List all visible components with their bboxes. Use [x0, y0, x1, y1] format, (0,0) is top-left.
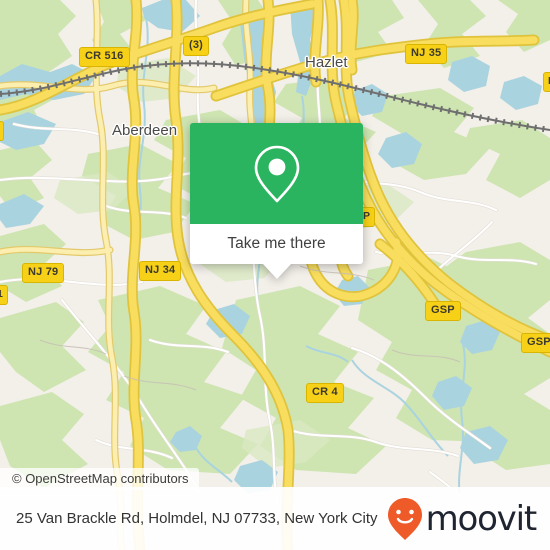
place-label-hazlet: Hazlet [305, 54, 348, 71]
popup-icon-panel [190, 123, 363, 224]
map-pin-icon [254, 145, 299, 202]
road-shield: NJ 34 [139, 261, 182, 281]
road-shield: GSP [521, 333, 550, 353]
road-shield: NJ 35 [405, 44, 448, 64]
road-shield: GSP [425, 301, 461, 321]
road-shield: 1 [0, 285, 9, 305]
moovit-logo[interactable]: moovit [387, 497, 538, 541]
moovit-wordmark: moovit [425, 498, 538, 539]
take-me-there-label: Take me there [227, 235, 326, 252]
road-shield: 6 [0, 121, 5, 141]
place-label-aberdeen: Aberdeen [112, 122, 178, 139]
take-me-there-button[interactable]: Take me there [190, 224, 363, 264]
moovit-pin-smile-icon [387, 497, 422, 540]
destination-popup-card[interactable]: Take me there [190, 123, 363, 279]
road-shield: (3) [183, 36, 210, 56]
footer-bar: 25 Van Brackle Rd, Holmdel, NJ 07733, Ne… [0, 487, 550, 550]
road-shield: CR 4 [306, 383, 344, 403]
popup-tail [262, 264, 291, 279]
road-shield: CR 516 [79, 47, 130, 67]
map-result-screen: .gr { fill:#cee5b2; } .gr2 { fill:#d9e9c… [0, 0, 550, 550]
road-shield: NJ 79 [22, 263, 65, 283]
address-text: 25 Van Brackle Rd, Holmdel, NJ 07733, Ne… [16, 509, 378, 527]
road-shield: N [543, 72, 550, 92]
